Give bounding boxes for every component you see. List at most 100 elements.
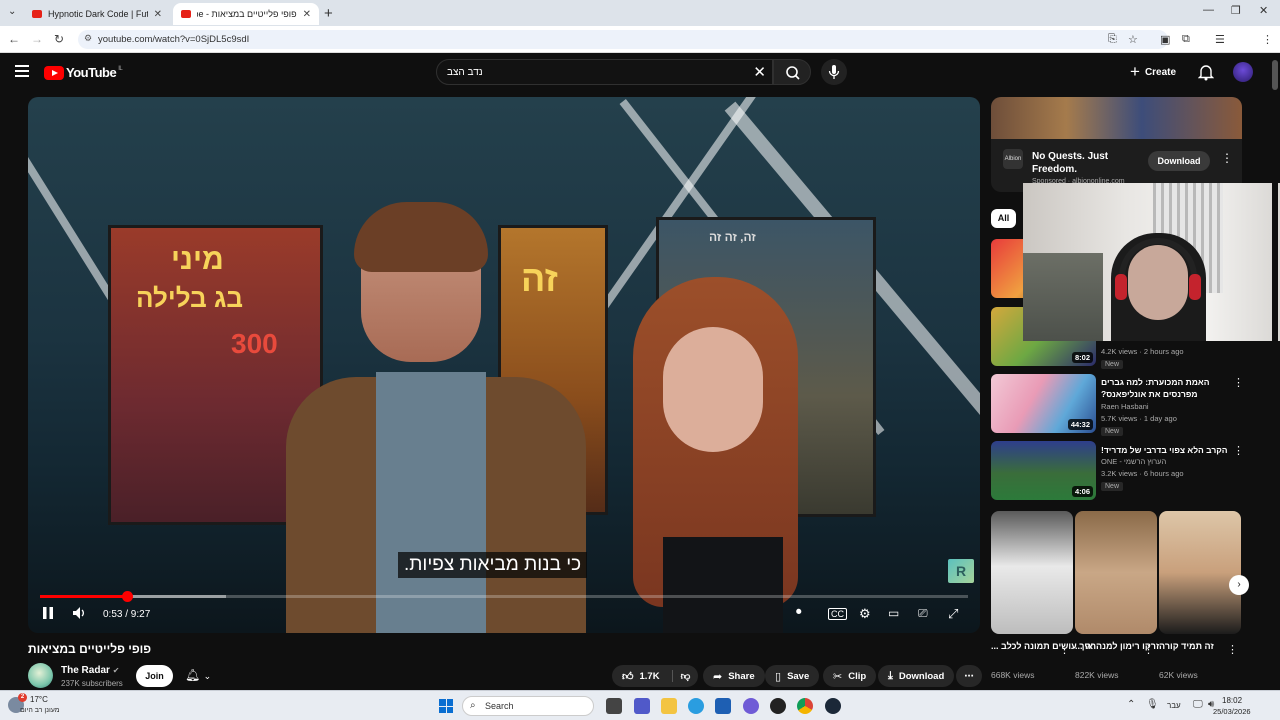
store-icon[interactable] bbox=[715, 698, 731, 714]
weather-temperature: 17°C bbox=[30, 695, 48, 704]
clock-time[interactable]: 18:02 bbox=[1222, 696, 1242, 705]
short-title[interactable]: זה תמיד קורה bbox=[1159, 641, 1214, 651]
autoplay-toggle-icon[interactable]: ⏺ bbox=[796, 606, 802, 619]
close-window-icon[interactable]: ✕ bbox=[1259, 4, 1268, 17]
chip-all[interactable]: All bbox=[991, 209, 1016, 228]
pause-button[interactable] bbox=[42, 606, 54, 623]
recommendation-channel[interactable]: ONE - הערוץ הרשמי bbox=[1101, 457, 1166, 466]
captions-icon[interactable]: CC bbox=[828, 608, 847, 620]
thumbs-down-icon[interactable]: 👎︎ bbox=[671, 670, 690, 682]
browser-menu-icon[interactable]: ⋮ bbox=[1262, 33, 1273, 46]
browser-tab-active[interactable]: פופי פלייטיים במציאות - YouTube ✕ bbox=[173, 3, 319, 25]
input-language[interactable]: עבר bbox=[1167, 701, 1181, 710]
subscriber-count: 237K subscribers bbox=[61, 679, 123, 688]
steam-icon[interactable] bbox=[825, 698, 841, 714]
app-icon[interactable] bbox=[770, 698, 786, 714]
ad-title: No Quests. Just Freedom. bbox=[1032, 151, 1109, 175]
tab-list-icon[interactable]: ⌄ bbox=[8, 6, 16, 17]
volume-button[interactable] bbox=[72, 606, 88, 623]
reading-list-icon[interactable]: ☰ bbox=[1215, 33, 1225, 46]
clip-button[interactable]: ✂ Clip bbox=[823, 665, 877, 687]
edge-icon[interactable] bbox=[688, 698, 704, 714]
close-tab-icon[interactable]: ✕ bbox=[154, 9, 162, 20]
recommendation-thumbnail[interactable]: 4:06 bbox=[991, 441, 1096, 500]
maximize-icon[interactable]: ❐ bbox=[1231, 4, 1241, 17]
channel-name[interactable]: The Radar ✔ bbox=[61, 665, 119, 676]
scrubber-handle[interactable] bbox=[122, 591, 134, 602]
notifications-button[interactable] bbox=[1197, 63, 1215, 86]
extension-icon[interactable]: ▣ bbox=[1160, 33, 1170, 46]
download-button[interactable]: ⤓ Download bbox=[878, 665, 955, 687]
more-actions-button[interactable]: ⋯ bbox=[956, 665, 982, 687]
minimize-icon[interactable]: — bbox=[1203, 4, 1214, 16]
short-thumbnail[interactable] bbox=[1159, 511, 1241, 634]
subscription-bell-icon[interactable]: 🔔︎ ⌄ bbox=[185, 668, 211, 682]
recommendation-thumbnail[interactable]: 44:32 bbox=[991, 374, 1096, 433]
short-menu-icon[interactable]: ⋮ bbox=[1227, 643, 1238, 656]
cast-icon[interactable]: ⎚ bbox=[918, 606, 928, 621]
settings-gear-icon[interactable]: ⚙ bbox=[859, 606, 871, 622]
messenger-icon[interactable] bbox=[743, 698, 759, 714]
new-badge: New bbox=[1101, 360, 1124, 369]
browser-tab[interactable]: Hypnotic Dark Code | Futuristic ✕ bbox=[24, 3, 170, 25]
sponsored-ad-card[interactable]: Albion No Quests. Just Freedom. Sponsore… bbox=[991, 97, 1242, 192]
youtube-logo[interactable]: YouTube IL bbox=[44, 65, 123, 80]
shorts-next-arrow-icon[interactable]: › bbox=[1229, 575, 1249, 595]
reload-icon[interactable]: ↻ bbox=[54, 32, 64, 46]
search-input[interactable]: נדב הצב ✕ bbox=[436, 59, 773, 85]
recommendation-menu-icon[interactable]: ⋮ bbox=[1233, 376, 1244, 389]
extensions-puzzle-icon[interactable]: ⧉ bbox=[1182, 33, 1190, 46]
back-icon[interactable]: ← bbox=[8, 32, 20, 46]
bookmark-star-icon[interactable]: ☆ bbox=[1128, 33, 1138, 46]
ad-menu-icon[interactable]: ⋮ bbox=[1221, 151, 1233, 165]
miniplayer-icon[interactable]: ▭ bbox=[888, 606, 899, 620]
network-icon[interactable]: 🖵︎ bbox=[1193, 699, 1203, 710]
teams-icon[interactable] bbox=[634, 698, 650, 714]
site-info-icon[interactable]: ⚙ bbox=[84, 33, 92, 44]
channel-watermark[interactable]: R bbox=[948, 559, 974, 583]
channel-avatar[interactable] bbox=[28, 663, 53, 688]
recommendation-channel[interactable]: Raen Hasbani bbox=[1101, 402, 1149, 411]
fullscreen-icon[interactable]: ⤢ bbox=[948, 606, 958, 622]
url-field[interactable]: ⚙ youtube.com/watch?v=0SjDL5c9sdI bbox=[78, 30, 1168, 49]
taskbar-search-box[interactable]: ⌕ Search bbox=[462, 696, 594, 716]
short-menu-icon[interactable]: ⋮ bbox=[1059, 643, 1070, 656]
page-scrollbar[interactable] bbox=[1272, 60, 1278, 688]
like-count: 1.7K bbox=[639, 670, 660, 682]
played-bar bbox=[40, 595, 128, 598]
account-avatar[interactable] bbox=[1233, 62, 1253, 82]
tray-overflow-icon[interactable]: ⌃ bbox=[1127, 699, 1135, 710]
recommendation-menu-icon[interactable]: ⋮ bbox=[1233, 444, 1244, 457]
video-subtitle: כי בנות מביאות צפיות. bbox=[398, 552, 588, 578]
create-button[interactable]: + Create bbox=[1130, 61, 1176, 83]
close-tab-icon[interactable]: ✕ bbox=[303, 9, 311, 20]
video-duration: 4:06 bbox=[1071, 486, 1093, 497]
forward-icon[interactable]: → bbox=[31, 32, 43, 46]
recommendation-title[interactable]: האמת המכוערת: למה גברים מפרנסים את אונלי… bbox=[1101, 376, 1229, 400]
clear-search-icon[interactable]: ✕ bbox=[753, 63, 766, 81]
thumbs-up-icon: 👍︎ bbox=[622, 670, 634, 683]
chrome-icon[interactable] bbox=[797, 698, 813, 714]
like-dislike-button[interactable]: 👍︎ 1.7K 👎︎ bbox=[612, 665, 698, 687]
join-button[interactable]: Join bbox=[136, 665, 173, 687]
microphone-tray-icon[interactable]: 🎙︎ bbox=[1146, 699, 1159, 710]
progress-bar[interactable] bbox=[40, 591, 968, 602]
windows-start-icon[interactable] bbox=[439, 699, 453, 713]
file-explorer-icon[interactable] bbox=[661, 698, 677, 714]
short-thumbnail[interactable] bbox=[1075, 511, 1157, 634]
save-button[interactable]: ▯ Save bbox=[765, 665, 820, 687]
recommendation-title[interactable]: הקרב הלא צפוי בדרבי של מדריד! bbox=[1101, 444, 1229, 456]
install-app-icon[interactable]: ⎘ bbox=[1108, 33, 1117, 46]
ad-download-button[interactable]: Download bbox=[1148, 151, 1210, 171]
short-menu-icon[interactable]: ⋮ bbox=[1143, 643, 1154, 656]
clock-date[interactable]: 25/03/2026 bbox=[1213, 707, 1251, 716]
task-view-icon[interactable] bbox=[606, 698, 622, 714]
hamburger-menu-icon[interactable] bbox=[15, 65, 29, 77]
scrollbar-thumb[interactable] bbox=[1272, 60, 1278, 90]
share-button[interactable]: ➦ Share bbox=[703, 665, 765, 687]
video-player[interactable]: מיני בג בלילה 300 זה זה, זה זה כי בנות מ… bbox=[28, 97, 980, 633]
search-button[interactable] bbox=[773, 59, 811, 85]
short-thumbnail[interactable] bbox=[991, 511, 1073, 634]
voice-search-button[interactable] bbox=[821, 59, 847, 85]
new-tab-icon[interactable]: + bbox=[324, 5, 333, 22]
